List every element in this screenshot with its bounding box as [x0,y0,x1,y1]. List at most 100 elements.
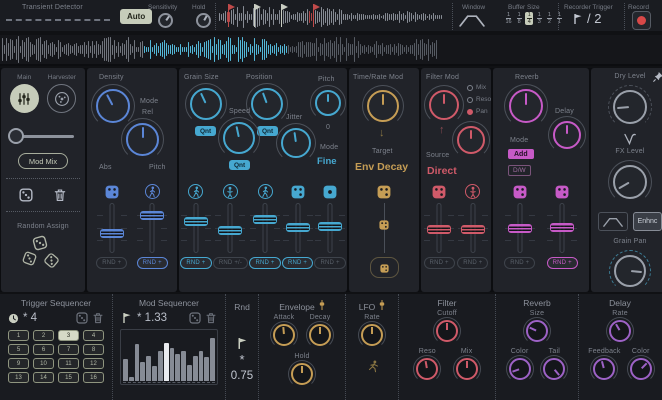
cutoff-knob[interactable] [436,320,458,342]
delay-color-knob[interactable] [630,358,652,380]
reverb-delay-knob[interactable] [553,121,581,149]
slider-handle[interactable] [253,215,277,224]
trigger-step[interactable]: 5 [8,344,29,355]
flag-icon[interactable] [121,312,133,324]
hold-knob[interactable] [291,363,313,385]
trigger-step[interactable]: 1 [8,330,29,341]
trigger-step[interactable]: 3 [58,330,79,341]
size-knob[interactable] [526,320,548,342]
reverb-mod-slider-2[interactable] [547,203,577,253]
feedback-knob[interactable] [593,358,615,380]
trigger-step[interactable]: 10 [33,358,54,369]
trash-icon[interactable] [53,188,67,202]
dice-icon[interactable] [290,184,305,199]
time-mod-dice-button[interactable] [370,257,399,278]
person-icon[interactable] [465,184,480,199]
delay-rate-knob[interactable] [609,320,631,342]
trigger-step[interactable]: 14 [33,372,54,383]
filter-mod-radio-reso[interactable]: Reso [467,96,491,103]
trigger-step[interactable]: 13 [8,372,29,383]
mod-seq-bar[interactable] [175,354,180,381]
transient-marker-flag[interactable] [281,4,282,27]
dice-icon[interactable] [189,312,201,324]
buffer-option[interactable]: 14 [525,12,533,25]
filter-mod-slider-1[interactable] [424,203,454,253]
run-icon[interactable] [366,360,379,373]
transient-marker-flag[interactable] [254,4,255,27]
slider-handle[interactable] [100,229,124,238]
slider-handle[interactable] [461,225,485,234]
mod-seq-bar[interactable] [210,338,215,381]
buffer-option[interactable]: 11 [555,12,563,25]
mod-seq-bar[interactable] [193,356,198,381]
trigger-step[interactable]: 4 [83,330,104,341]
dice-icon[interactable] [512,184,527,199]
decay-knob[interactable] [309,324,331,346]
time-rate-mod-knob[interactable] [367,90,399,122]
slider-handle[interactable] [318,222,342,231]
slider-handle[interactable] [550,223,574,232]
sensitivity-knob[interactable] [158,13,173,28]
mod-seq-bar[interactable] [204,357,209,381]
enhance-shape-button[interactable] [598,212,628,231]
trigger-step[interactable]: 15 [58,372,79,383]
grain-speed-qnt-button[interactable]: Qnt [229,160,250,170]
trigger-flag-icon[interactable] [572,13,584,25]
grain-mod-slider-4[interactable] [283,203,313,253]
tab-harvester[interactable]: Harvester [47,74,76,113]
dice-icon[interactable] [104,184,119,199]
filter-mod-rnd-button-1[interactable]: RND + [424,257,455,269]
trigger-step[interactable]: 7 [58,344,79,355]
grain-position-knob[interactable] [251,88,283,120]
mod-seq-bar[interactable] [146,356,151,381]
slider-handle[interactable] [508,224,532,233]
grain-mod-slider-5[interactable] [315,203,345,253]
transient-marker-flag[interactable] [313,4,314,27]
flag-icon[interactable] [236,337,249,350]
buffer-option[interactable]: 12 [545,12,553,25]
tab-main[interactable]: Main [10,74,39,113]
grain-size-qnt-button[interactable]: Qnt [195,126,216,136]
grain-speed-knob[interactable] [223,122,255,154]
grain-mode-value[interactable]: Fine [317,156,337,167]
mix-knob[interactable] [456,358,478,380]
mod-seq-bar[interactable] [187,365,192,381]
reverb-color-knob[interactable] [509,358,531,380]
hold-knob[interactable] [196,13,211,28]
random-assign-dice-icon[interactable] [23,236,63,270]
grain-mod-slider-2[interactable] [215,203,245,253]
reverb-mod-slider-1[interactable] [505,203,535,253]
dot-square-icon[interactable] [323,184,338,199]
trigger-step[interactable]: 8 [83,344,104,355]
dice-icon[interactable] [432,184,447,199]
density-mode-knob[interactable] [126,123,159,156]
grain-rnd-button-3[interactable]: RND + [249,257,280,269]
mod-mix-button[interactable]: Mod Mix [18,153,68,169]
walk-icon[interactable] [145,184,160,199]
mod-seq-bar[interactable] [123,359,128,381]
mod-seq-bar[interactable] [152,366,157,381]
density-rnd-button-2[interactable]: RND + [137,257,168,269]
grain-rnd-button-4[interactable]: RND + [282,257,313,269]
trash-icon[interactable] [92,312,104,324]
lfo-rate-knob[interactable] [361,324,383,346]
trigger-step[interactable]: 6 [33,344,54,355]
grain-pan-knob[interactable] [614,255,646,287]
mod-seq-bar[interactable] [140,362,145,381]
reverb-mod-knob[interactable] [509,89,543,123]
harvester-tab-circle[interactable] [47,84,76,113]
main-harvester-blend-slider[interactable] [12,129,74,143]
mini-fader-icon[interactable] [319,299,325,311]
fx-level-knob[interactable] [613,165,647,199]
mod-seq-bar[interactable] [181,351,186,381]
grain-pitch-knob[interactable] [315,90,341,116]
mod-multiplier-value[interactable]: * 1.33 [137,312,167,324]
grain-position-qnt-button[interactable]: Qnt [257,126,278,136]
slider-handle[interactable] [286,223,310,232]
trigger-step[interactable]: 12 [83,358,104,369]
mini-fader-icon[interactable] [379,299,385,311]
grain-jitter-knob[interactable] [281,128,311,158]
dice-marker-icon[interactable] [379,217,389,235]
dice-icon[interactable] [555,184,570,199]
time-mod-track[interactable] [369,203,399,253]
